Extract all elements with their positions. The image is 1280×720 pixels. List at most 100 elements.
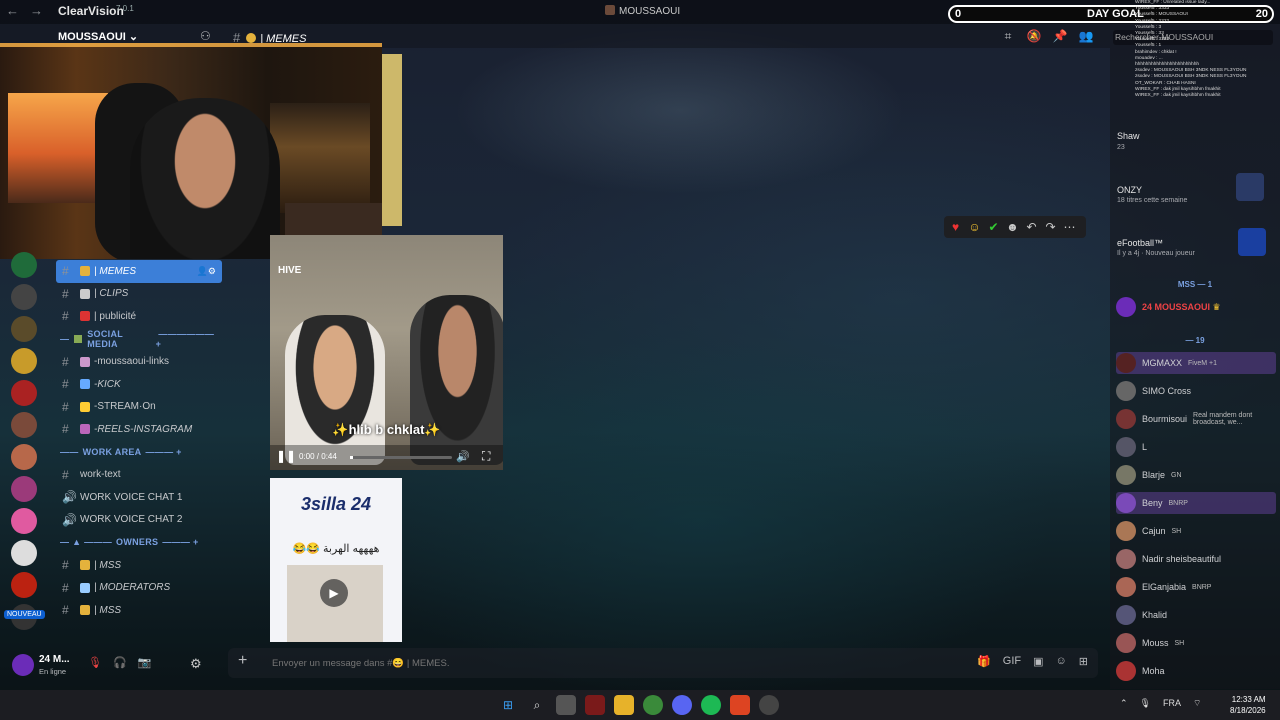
app-icon[interactable] xyxy=(585,695,605,715)
channel-stream-on[interactable]: # -STREAM·On xyxy=(52,396,222,419)
start-icon[interactable]: ⊞ xyxy=(498,695,518,715)
video-seek-bar[interactable] xyxy=(350,456,452,459)
gif-icon[interactable]: GIF xyxy=(1003,655,1021,668)
task-view-icon[interactable] xyxy=(556,695,576,715)
language-indicator[interactable]: FRA xyxy=(1163,698,1181,709)
forward-icon[interactable]: ↷ xyxy=(1043,220,1058,234)
invite-icon[interactable]: ⚇ xyxy=(200,29,211,43)
deafen-icon[interactable]: 🎧 xyxy=(113,656,127,669)
gear-icon[interactable]: ⚙ xyxy=(190,656,202,672)
sticker-icon[interactable]: ▣ xyxy=(1033,655,1043,668)
camera-off-icon[interactable]: 📷 xyxy=(138,656,152,669)
mic-icon[interactable]: 🎙 xyxy=(1140,698,1151,709)
check-reaction-icon[interactable]: ✔ xyxy=(986,220,1001,234)
add-reaction-icon[interactable]: ☻ xyxy=(1005,220,1020,234)
attachment-preview-top[interactable] xyxy=(382,54,402,226)
server-icon[interactable] xyxy=(11,572,37,598)
member-item[interactable]: Nadir sheisbeautiful xyxy=(1116,548,1276,570)
folder-icon[interactable] xyxy=(614,695,634,715)
video-attachment[interactable]: HIVE ✨hlib b chklat✨ ❚❚ 0:00 / 0:44 🔊 ⛶ xyxy=(270,235,503,470)
member-item[interactable]: Cajun SH xyxy=(1116,520,1276,542)
add-attachment-icon[interactable]: + xyxy=(238,652,247,670)
obs-icon[interactable] xyxy=(759,695,779,715)
pause-button[interactable]: ❚❚ xyxy=(276,449,296,463)
pin-icon[interactable]: 📌 xyxy=(1052,28,1068,44)
member-owner[interactable]: 24 MOUSSAOUI ♛ xyxy=(1116,296,1276,318)
channel-clips[interactable]: # | CLIPS xyxy=(52,283,222,306)
wifi-icon[interactable]: ⌔ xyxy=(1193,698,1201,709)
emoji-picker-icon[interactable]: ☺ xyxy=(1056,655,1067,668)
forward-arrow-icon[interactable]: → xyxy=(30,3,43,18)
clock[interactable]: 12:33 AM 8/18/2026 xyxy=(1230,694,1266,716)
mute-icon[interactable]: 🔕 xyxy=(1026,28,1042,44)
member-item[interactable]: Beny BNRP xyxy=(1116,492,1276,514)
message-composer: + 🎁 GIF ▣ ☺ ⊞ xyxy=(228,648,1098,678)
channel-mss[interactable]: # | MSS xyxy=(52,554,222,577)
category-owners[interactable]: — ▲ ——— OWNERS ——— + xyxy=(52,531,222,554)
server-icon[interactable] xyxy=(11,316,37,342)
member-item[interactable]: MGMAXX FiveM +1 xyxy=(1116,352,1276,374)
fullscreen-icon[interactable]: ⛶ xyxy=(482,449,490,464)
chevron-up-icon[interactable]: ⌃ xyxy=(1120,698,1128,709)
activity-game-icon[interactable] xyxy=(1236,173,1264,201)
discord-icon[interactable] xyxy=(672,695,692,715)
channel-publicite[interactable]: # | publicité xyxy=(52,305,222,328)
server-icon[interactable] xyxy=(11,348,37,374)
channel-mss-2[interactable]: # | MSS xyxy=(52,599,222,622)
reply-icon[interactable]: ↶ xyxy=(1024,220,1039,234)
member-item[interactable]: Blarje GN xyxy=(1116,464,1276,486)
server-icon[interactable] xyxy=(11,444,37,470)
mic-muted-icon[interactable]: 🎙 xyxy=(88,656,102,669)
system-tray: ⌃ 🎙 FRA ⌔ xyxy=(1120,698,1201,709)
member-item[interactable]: ElGanjabia BNRP xyxy=(1116,576,1276,598)
member-item[interactable]: Bourmisoui Real mandem dont broadcast, we… xyxy=(1116,408,1276,430)
efootball-icon[interactable] xyxy=(1238,228,1266,256)
channel-memes[interactable]: # | MEMES 👤⚙ xyxy=(56,260,222,283)
voice-work-1[interactable]: 🔊 WORK VOICE CHAT 1 xyxy=(52,486,222,509)
more-icon[interactable]: ⋯ xyxy=(1062,220,1077,234)
member-item[interactable]: Khalid xyxy=(1116,604,1276,626)
activity-sub-3: Il y a 4j · Nouveau joueur xyxy=(1117,250,1195,257)
channel-settings-icon[interactable]: 👤⚙ xyxy=(197,266,216,277)
member-name: Nadir sheisbeautiful xyxy=(1142,554,1222,564)
server-icon[interactable] xyxy=(11,412,37,438)
app-icon[interactable] xyxy=(730,695,750,715)
category-social-media[interactable]: — SOCIAL MEDIA —————— + xyxy=(52,328,222,351)
chrome-icon[interactable] xyxy=(643,695,663,715)
channel-moderators[interactable]: # | MODERATORS xyxy=(52,576,222,599)
gift-icon[interactable]: 🎁 xyxy=(977,655,991,668)
heart-reaction-icon[interactable]: ♥ xyxy=(948,220,963,234)
channel-kick[interactable]: # -KICK xyxy=(52,373,222,396)
category-work-area[interactable]: —— WORK AREA ——— + xyxy=(52,441,222,464)
channel-reels-instagram[interactable]: # -REELS-INSTAGRAM xyxy=(52,418,222,441)
server-icon[interactable] xyxy=(11,508,37,534)
members-icon[interactable]: 👥 xyxy=(1078,28,1094,44)
image-attachment[interactable]: 3silla 24 😂😂 ههههه الهربة ▶ xyxy=(270,478,402,642)
member-item[interactable]: Mouss SH xyxy=(1116,632,1276,654)
channel-moussaoui-links[interactable]: # -moussaoui-links xyxy=(52,350,222,373)
server-icon[interactable] xyxy=(11,476,37,502)
back-arrow-icon[interactable]: ← xyxy=(6,3,19,18)
voice-work-2[interactable]: 🔊 WORK VOICE CHAT 2 xyxy=(52,509,222,532)
volume-icon[interactable]: 🔊 xyxy=(456,450,470,463)
play-icon[interactable]: ▶ xyxy=(320,579,348,607)
channel-work-text[interactable]: # work-text xyxy=(52,463,222,486)
threads-icon[interactable]: ⌗ xyxy=(1000,28,1016,44)
server-icon[interactable] xyxy=(11,540,37,566)
member-item[interactable]: L xyxy=(1116,436,1276,458)
video-caption: ✨hlib b chklat✨ xyxy=(332,422,441,437)
server-icon[interactable] xyxy=(11,380,37,406)
server-name-button[interactable]: MOUSSAOUI ⌄ xyxy=(58,30,138,43)
spotify-icon[interactable] xyxy=(701,695,721,715)
thumbnail-video[interactable]: ▶ xyxy=(287,565,383,642)
search-icon[interactable]: ⌕ xyxy=(527,695,547,715)
avatar[interactable] xyxy=(12,654,34,676)
laugh-reaction-icon[interactable]: ☺ xyxy=(967,220,982,234)
message-input[interactable] xyxy=(270,657,694,670)
apps-icon[interactable]: ⊞ xyxy=(1079,655,1088,668)
member-item[interactable]: SIMO Cross xyxy=(1116,380,1276,402)
member-item[interactable]: Moha xyxy=(1116,660,1276,682)
avatar xyxy=(1116,605,1136,625)
server-icon[interactable] xyxy=(11,252,37,278)
server-icon[interactable] xyxy=(11,284,37,310)
